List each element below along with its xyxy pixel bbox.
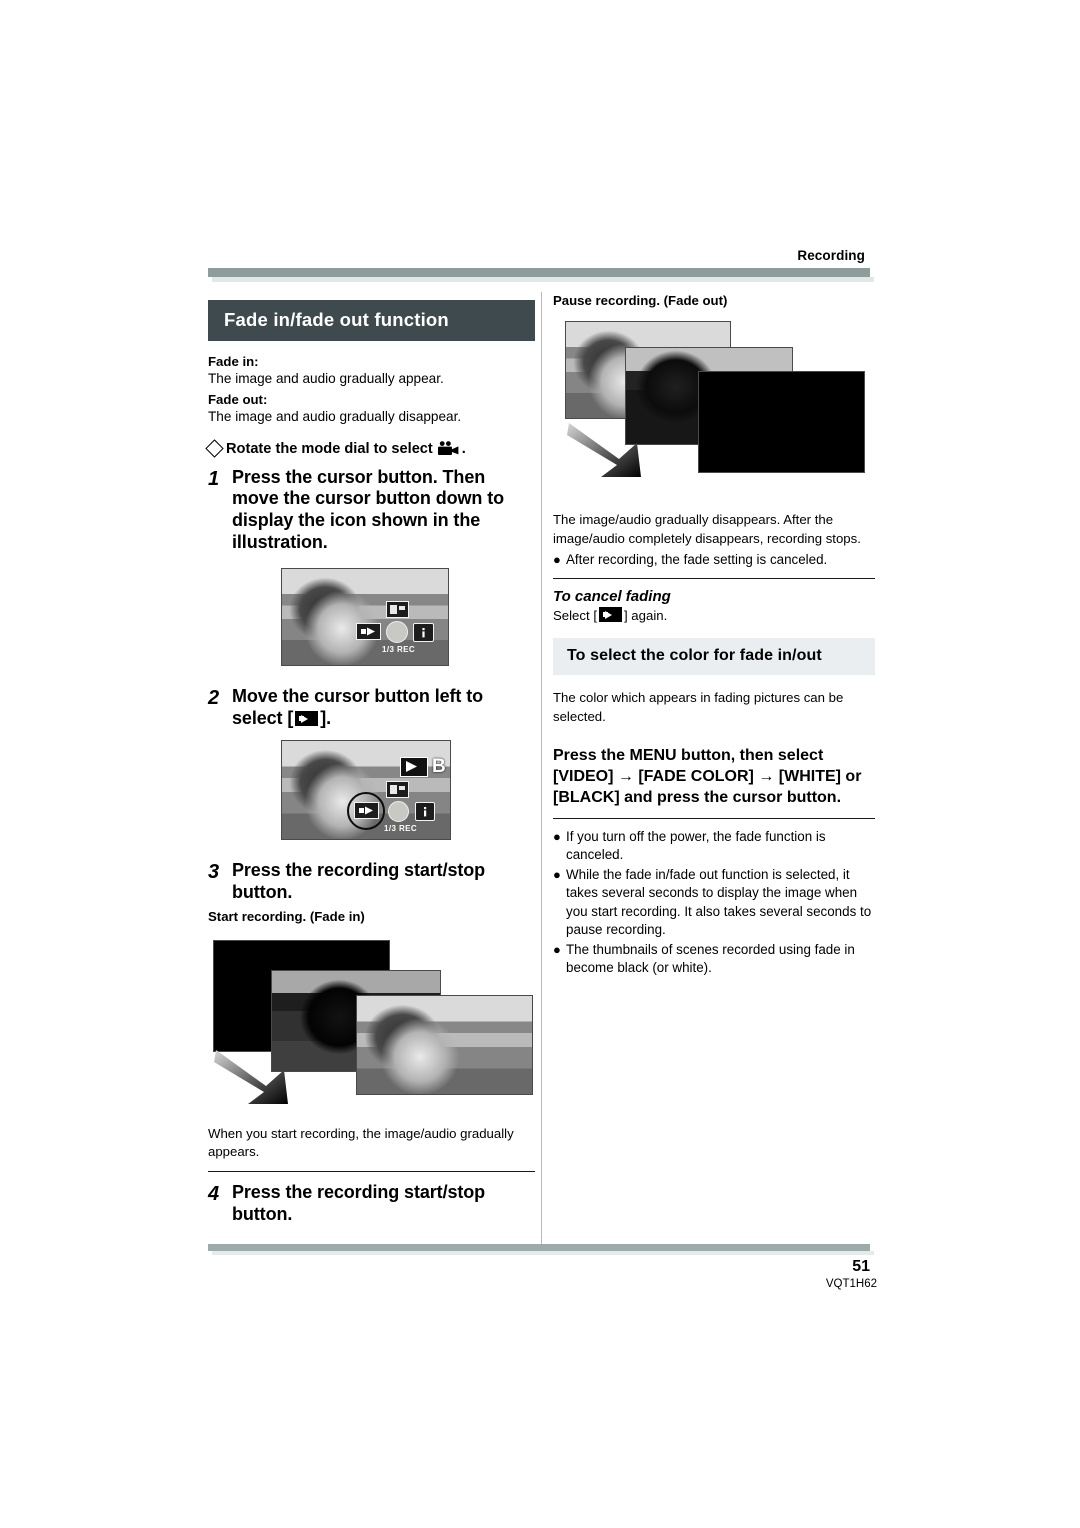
fade-icon-onscreen-2: [354, 802, 379, 820]
cancel-text-before: Select [: [553, 608, 597, 624]
note-text: While the fade in/fade out function is s…: [566, 866, 872, 938]
fade-in-caption: When you start recording, the image/audi…: [208, 1125, 514, 1160]
illustration-step-1: 1/3 REC: [208, 564, 535, 676]
step-2: 2 Move the cursor button left to select …: [208, 686, 535, 730]
fade-callout-letter: B: [432, 756, 446, 778]
fade-out-label: Fade out:: [208, 391, 268, 407]
fade-out-note-text: After recording, the fade setting is can…: [566, 551, 828, 567]
header-rule-shadow: [212, 277, 874, 282]
pip-icon-1: [386, 601, 409, 619]
lcd-photo-content: [282, 569, 448, 666]
fade-icon: [598, 607, 622, 623]
fade-in-description: The image and audio gradually appear.: [208, 371, 444, 387]
section-title-banner: Fade in/fade out function: [208, 300, 535, 341]
column-divider: [541, 292, 542, 1244]
page-number: 51: [852, 1258, 870, 1275]
info-icon-2: [415, 802, 435, 822]
fade-in-frame-3-content: [357, 995, 532, 1094]
divider-rule-left: [208, 1171, 535, 1173]
illustration-step-2: B 1/3 REC: [208, 738, 535, 850]
divider-rule-right-2: [553, 817, 875, 819]
illustration-fade-out-sequence: [553, 321, 875, 511]
left-column: Fade in/fade out function Fade in: The i…: [205, 300, 535, 1230]
fade-icon: [295, 711, 319, 727]
fade-out-sequence-arrow: [567, 423, 641, 478]
lcd-screenshot-2: B 1/3 REC: [281, 740, 451, 841]
fade-icon-onscreen-1: [356, 623, 381, 641]
right-column: Pause recording. (Fade out) The image/au…: [553, 292, 875, 979]
pause-recording-label: Pause recording. (Fade out): [553, 293, 728, 308]
fade-out-description: The image and audio gradually disappear.: [208, 409, 462, 425]
header-rule: [208, 268, 870, 277]
bullet-dot-icon: ●: [553, 828, 561, 844]
step-2-number: 2: [208, 687, 220, 710]
step-4-text: Press the recording start/stop button.: [232, 1182, 486, 1224]
note-item: ● If you turn off the power, the fade fu…: [553, 828, 875, 865]
fade-out-frame-3: [698, 371, 865, 474]
footer-rule: [208, 1244, 870, 1251]
note-text: If you turn off the power, the fade func…: [566, 828, 826, 863]
mode-dial-instruction: Rotate the mode dial to select .: [205, 439, 535, 458]
step-2-text-after: ].: [320, 708, 332, 729]
info-icon-1: [413, 623, 434, 643]
note-item: ● The thumbnails of scenes recorded usin…: [553, 941, 875, 978]
diamond-bullet-icon: [205, 439, 224, 458]
cancel-text-after: ] again.: [623, 608, 668, 624]
step-4: 4 Press the recording start/stop button.: [208, 1182, 535, 1226]
color-selection-banner: To select the color for fade in/out: [553, 638, 875, 676]
additional-notes: ● If you turn off the power, the fade fu…: [553, 828, 875, 978]
fade-sequence-arrow-left: [214, 1049, 288, 1104]
fade-in-frame-3: [356, 994, 533, 1095]
mode-dial-label: Rotate the mode dial to select: [226, 440, 433, 457]
divider-rule-right-1: [553, 578, 875, 580]
step-1: 1 Press the cursor button. Then move the…: [208, 467, 535, 555]
movie-camera-icon: [437, 441, 459, 456]
step-3-number: 3: [208, 861, 220, 884]
lcd-screenshot-1: 1/3 REC: [281, 568, 449, 667]
color-description: The color which appears in fading pictur…: [553, 690, 844, 724]
document-code: VQT1H62: [825, 1278, 877, 1290]
step-1-text: Press the cursor button. Then move the c…: [232, 466, 504, 553]
step-2-text: Move the cursor button left to select []…: [232, 686, 535, 730]
illustration-fade-in-sequence: [208, 939, 535, 1125]
menu-instruction: Press the MENU button, then select [VIDE…: [553, 746, 862, 807]
step-3: 3 Press the recording start/stop button.: [208, 860, 535, 904]
fade-out-note-item: ● After recording, the fade setting is c…: [553, 551, 875, 570]
step-4-number: 4: [208, 1183, 220, 1206]
pip-icon-2: [386, 781, 409, 799]
bullet-dot-icon: ●: [553, 551, 561, 567]
fade-out-notes: ● After recording, the fade setting is c…: [553, 551, 875, 570]
step-1-number: 1: [208, 467, 220, 490]
step-2-text-before: Move the cursor button left to select [: [232, 686, 483, 729]
rec-status-label-2: 1/3 REC: [384, 824, 418, 834]
note-item: ● While the fade in/fade out function is…: [553, 866, 875, 940]
fade-in-label: Fade in:: [208, 354, 259, 369]
mode-dial-period: .: [461, 440, 466, 457]
rec-status-label-1: 1/3 REC: [382, 645, 416, 655]
footer-rule-shadow: [212, 1251, 874, 1255]
manual-page: Recording Fade in/fade out function Fade…: [0, 0, 1080, 1528]
bullet-dot-icon: ●: [553, 866, 561, 882]
fade-out-caption: The image/audio gradually disappears. Af…: [553, 512, 861, 547]
cancel-fading-text: Select [ ] again.: [553, 607, 875, 626]
step-3-text: Press the recording start/stop button.: [232, 860, 486, 903]
start-recording-label: Start recording. (Fade in): [208, 909, 365, 925]
page-header-section-label: Recording: [797, 248, 865, 263]
fade-callout-icon: [400, 757, 428, 778]
bullet-dot-icon: ●: [553, 941, 561, 957]
note-text: The thumbnails of scenes recorded using …: [566, 941, 855, 976]
cancel-fading-heading: To cancel fading: [553, 588, 671, 606]
